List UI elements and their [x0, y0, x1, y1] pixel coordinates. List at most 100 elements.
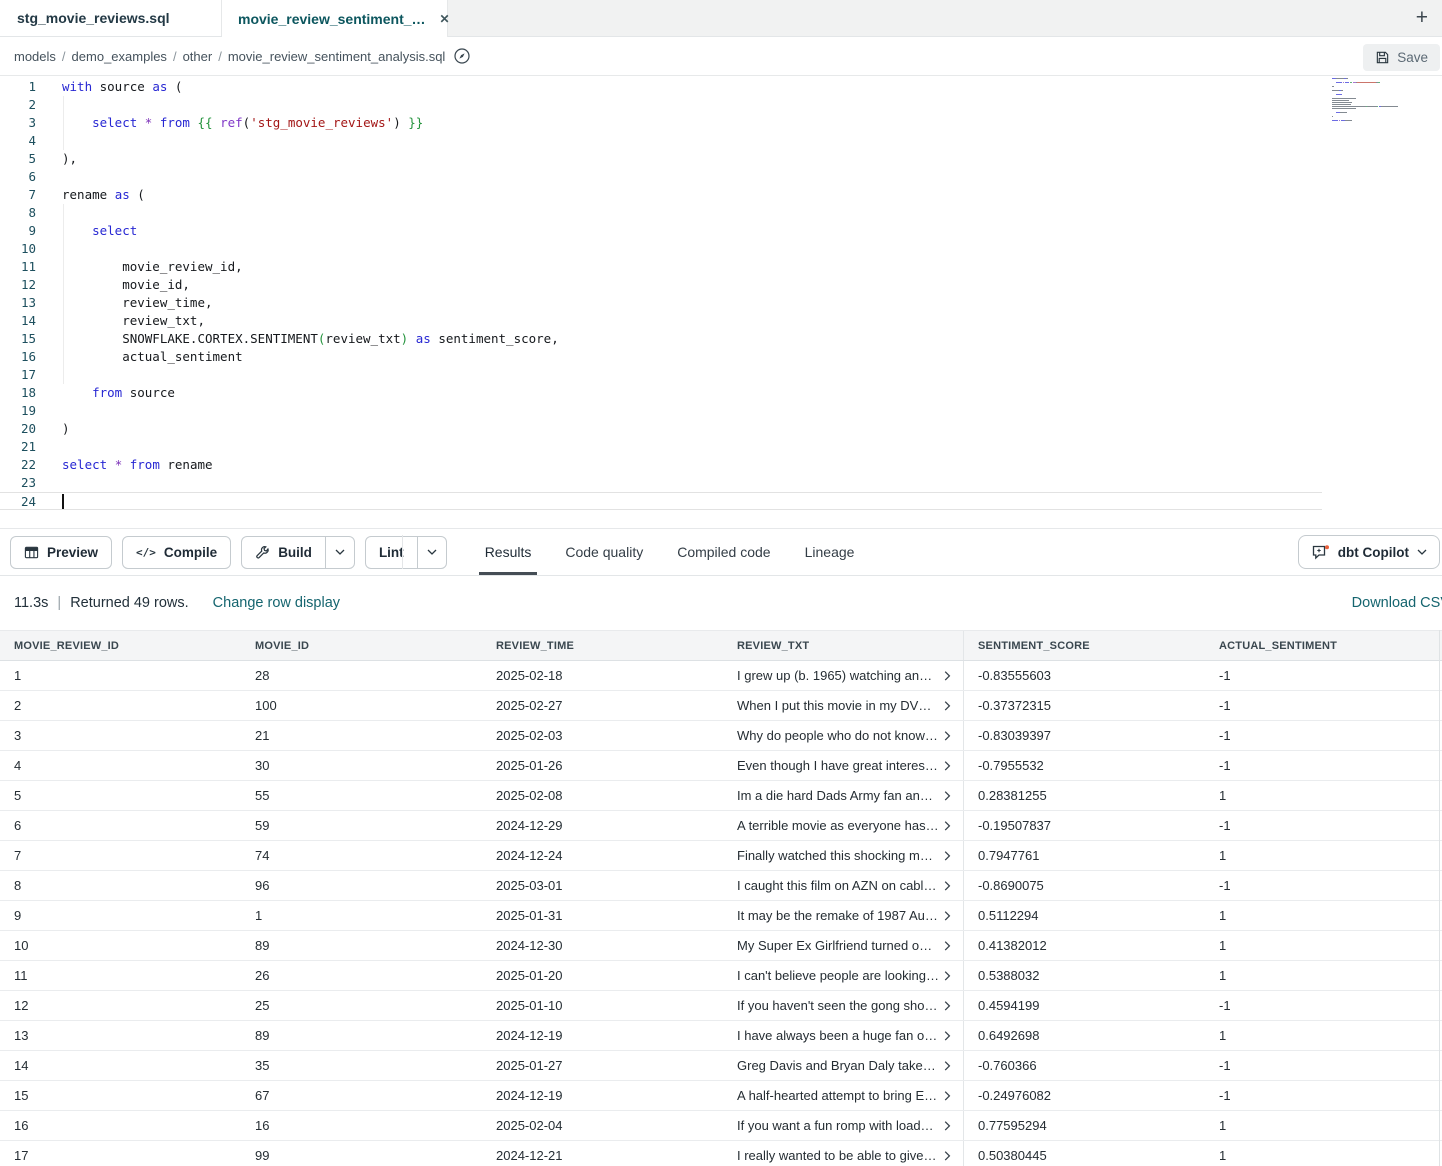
tab-results[interactable]: Results: [485, 529, 532, 575]
save-label: Save: [1397, 50, 1428, 65]
chevron-right-expand-icon[interactable]: [944, 730, 951, 741]
code-line: 7rename as (: [0, 186, 1322, 204]
chevron-right-expand-icon[interactable]: [944, 970, 951, 981]
chevron-right-expand-icon[interactable]: [944, 760, 951, 771]
table-row: 3212025-02-03Why do people who do not kn…: [0, 721, 1442, 751]
tab-movie-review-sentiment[interactable]: movie_review_sentiment_… ✕: [222, 0, 448, 37]
line-number: 21: [0, 438, 44, 456]
download-csv-link[interactable]: Download CSV: [1352, 595, 1442, 611]
table-cell: I caught this film on AZN on cable. It s…: [723, 871, 964, 900]
table-cell: Finally watched this shocking movie la…: [723, 841, 964, 870]
chevron-right-expand-icon[interactable]: [944, 1120, 951, 1131]
save-button[interactable]: Save: [1363, 44, 1440, 71]
chevron-right-expand-icon[interactable]: [944, 850, 951, 861]
chevron-right-expand-icon[interactable]: [944, 790, 951, 801]
code-line: 13 review_time,: [0, 294, 1322, 312]
build-label: Build: [278, 545, 312, 560]
chevron-right-expand-icon[interactable]: [944, 700, 951, 711]
table-cell: 2025-01-26: [482, 758, 723, 773]
line-number: 9: [0, 222, 44, 240]
table-row: 5552025-02-08Im a die hard Dads Army fan…: [0, 781, 1442, 811]
table-cell: -0.8690075: [964, 878, 1205, 893]
table-cell: 0.5388032: [964, 968, 1205, 983]
table-cell: 16: [241, 1118, 482, 1133]
lint-button[interactable]: Lint: [365, 536, 447, 569]
chevron-right-expand-icon[interactable]: [944, 1060, 951, 1071]
tab-stg-movie-reviews[interactable]: stg_movie_reviews.sql: [0, 0, 222, 36]
action-bar: Preview </> Compile Build Lint Results C…: [0, 528, 1442, 576]
table-row: 6592024-12-29A terrible movie as everyon…: [0, 811, 1442, 841]
line-number: 10: [0, 240, 44, 258]
code-line: 17: [0, 366, 1322, 384]
table-cell: -0.83555603: [964, 668, 1205, 683]
sql-code-editor[interactable]: 1with source as (23 select * from {{ ref…: [0, 76, 1442, 528]
chevron-right-expand-icon[interactable]: [944, 1150, 951, 1161]
code-line: 5),: [0, 150, 1322, 168]
table-cell: 0.5112294: [964, 908, 1205, 923]
table-cell: 1: [1205, 788, 1442, 803]
code-lines: 1with source as (23 select * from {{ ref…: [0, 78, 1442, 510]
build-dropdown[interactable]: [325, 537, 354, 568]
table-cell: 10: [0, 938, 241, 953]
build-button[interactable]: Build: [241, 536, 355, 569]
code-line: 3 select * from {{ ref('stg_movie_review…: [0, 114, 1322, 132]
results-table-container: MOVIE_REVIEW_IDMOVIE_IDREVIEW_TIMEREVIEW…: [0, 630, 1442, 1166]
tab-label: stg_movie_reviews.sql: [17, 10, 170, 26]
preview-button[interactable]: Preview: [10, 536, 112, 569]
table-cell: 0.50380445: [964, 1148, 1205, 1163]
table-cell: 25: [241, 998, 482, 1013]
chevron-right-expand-icon[interactable]: [944, 1030, 951, 1041]
chevron-right-expand-icon[interactable]: [944, 670, 951, 681]
table-cell: A terrible movie as everyone has said. …: [723, 811, 964, 840]
table-cell: 0.77595294: [964, 1118, 1205, 1133]
chevron-right-expand-icon[interactable]: [944, 880, 951, 891]
chevron-right-expand-icon[interactable]: [944, 1090, 951, 1101]
preview-label: Preview: [47, 545, 98, 560]
change-row-display-link[interactable]: Change row display: [213, 595, 340, 611]
tab-compiled-code[interactable]: Compiled code: [677, 529, 770, 575]
table-cell: 1: [1205, 938, 1442, 953]
table-row: 16162025-02-04If you want a fun romp wit…: [0, 1111, 1442, 1141]
table-cell: 5: [0, 788, 241, 803]
table-cell: 74: [241, 848, 482, 863]
line-number: 2: [0, 96, 44, 114]
wrench-icon: [255, 545, 270, 560]
results-meta-row: 11.3s | Returned 49 rows. Change row dis…: [0, 576, 1442, 630]
code-line: 24: [0, 492, 1322, 510]
chevron-down-icon: [427, 549, 437, 555]
lint-dropdown[interactable]: [417, 537, 446, 568]
table-row: 17992024-12-21I really wanted to be able…: [0, 1141, 1442, 1166]
chevron-down-icon: [335, 549, 345, 555]
compile-button[interactable]: </> Compile: [122, 536, 231, 569]
table-cell: -1: [1205, 878, 1442, 893]
breadcrumb-separator: /: [173, 49, 177, 64]
table-cell: 2024-12-29: [482, 818, 723, 833]
tab-lineage[interactable]: Lineage: [805, 529, 855, 575]
chevron-right-expand-icon[interactable]: [944, 1000, 951, 1011]
column-header: ACTUAL_SENTIMENT: [1205, 640, 1442, 652]
line-number: 6: [0, 168, 44, 186]
new-tab-button[interactable]: +: [1410, 4, 1434, 32]
table-cell: 0.41382012: [964, 938, 1205, 953]
table-grid-icon: [24, 545, 39, 560]
table-cell: Im a die hard Dads Army fan and nothi…: [723, 781, 964, 810]
table-cell: 8: [0, 878, 241, 893]
table-cell: 0.4594199: [964, 998, 1205, 1013]
close-icon[interactable]: ✕: [436, 10, 454, 28]
breadcrumb-part: movie_review_sentiment_analysis.sql: [228, 49, 446, 64]
dbt-copilot-button[interactable]: dbt Copilot: [1298, 535, 1440, 569]
table-cell: 7: [0, 848, 241, 863]
table-cell: 6: [0, 818, 241, 833]
table-cell: 3: [0, 728, 241, 743]
table-row: 912025-01-31It may be the remake of 1987…: [0, 901, 1442, 931]
table-cell: -1: [1205, 698, 1442, 713]
code-line: 12 movie_id,: [0, 276, 1322, 294]
tab-code-quality[interactable]: Code quality: [565, 529, 643, 575]
line-number: 11: [0, 258, 44, 276]
chevron-right-expand-icon[interactable]: [944, 910, 951, 921]
chevron-right-expand-icon[interactable]: [944, 940, 951, 951]
chevron-right-expand-icon[interactable]: [944, 820, 951, 831]
editor-minimap[interactable]: [1332, 78, 1432, 126]
compass-docs-icon[interactable]: [453, 47, 471, 65]
line-number: 8: [0, 204, 44, 222]
